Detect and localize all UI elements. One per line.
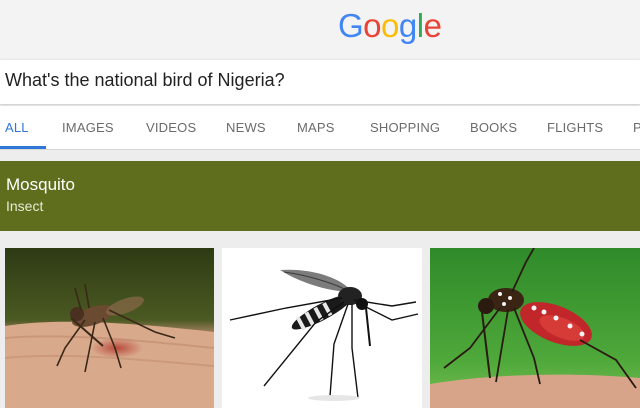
tab-flights[interactable]: FLIGHTS [547, 120, 603, 135]
answer-subtitle: Insect [6, 198, 44, 214]
mosquito-on-skin-image [5, 248, 214, 408]
logo-letter-o1: o [363, 7, 382, 44]
logo-letter-e: e [423, 7, 442, 44]
answer-panel[interactable]: Mosquito Insect [0, 161, 640, 231]
search-results-page: Google What's the national bird of Niger… [0, 0, 640, 408]
search-tabs: ALL IMAGES VIDEOS NEWS MAPS SHOPPING BOO… [0, 106, 640, 150]
image-strip [0, 240, 640, 408]
mosquito-feeding-image [430, 248, 640, 408]
image-thumbnail-1[interactable] [5, 248, 214, 408]
tab-shopping[interactable]: SHOPPING [370, 120, 440, 135]
tab-news[interactable]: NEWS [226, 120, 266, 135]
tab-books[interactable]: BOOKS [470, 120, 517, 135]
image-thumbnail-3[interactable] [430, 248, 640, 408]
tab-all[interactable]: ALL [5, 120, 29, 135]
tab-maps[interactable]: MAPS [297, 120, 335, 135]
google-logo[interactable]: Google [338, 6, 442, 46]
tab-more[interactable]: P [633, 120, 640, 135]
logo-letter-g: G [338, 7, 364, 44]
search-input[interactable]: What's the national bird of Nigeria? [5, 70, 285, 91]
mosquito-white-background-image [222, 248, 422, 408]
answer-title: Mosquito [6, 175, 75, 194]
logo-bar: Google [0, 0, 640, 58]
image-thumbnail-2[interactable] [222, 248, 422, 408]
logo-letter-g2: g [398, 7, 417, 44]
logo-letter-l: l [416, 7, 424, 44]
tab-images[interactable]: IMAGES [62, 120, 114, 135]
logo-letter-o2: o [381, 7, 399, 44]
search-box[interactable]: What's the national bird of Nigeria? [0, 60, 640, 104]
tab-videos[interactable]: VIDEOS [146, 120, 196, 135]
active-tab-indicator [0, 146, 46, 149]
